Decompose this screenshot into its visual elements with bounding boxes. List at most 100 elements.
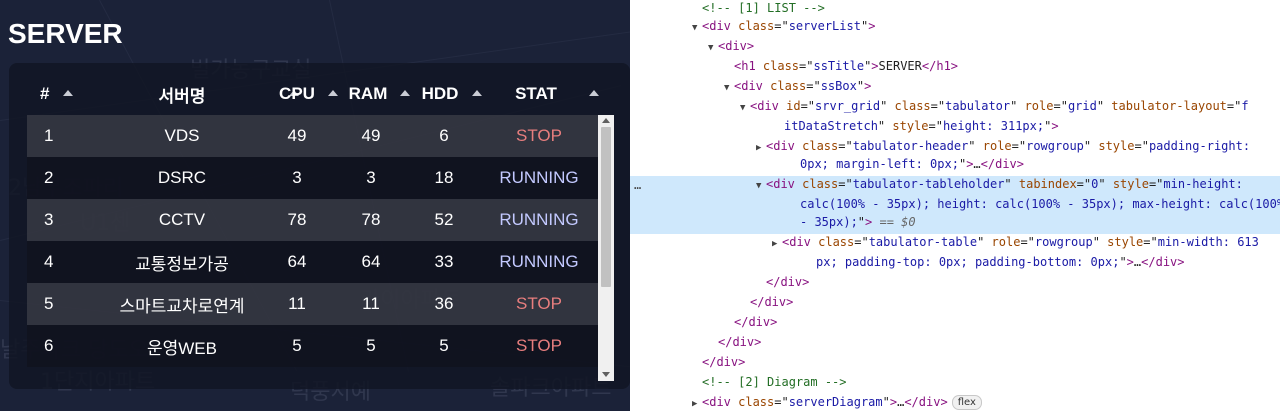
column-header-label: HDD bbox=[421, 84, 459, 103]
code-token: " bbox=[857, 215, 866, 229]
page-title: SERVER bbox=[8, 18, 123, 49]
grid-scrollbar[interactable] bbox=[598, 115, 614, 381]
code-token: > bbox=[864, 79, 872, 93]
grid-body[interactable]: 6 운영WEB 5 5 5 STOP 5 스마트교차로연계 11 11 36 STOP 4 교통정보가공 6… bbox=[27, 115, 623, 381]
cell-cpu: 11 bbox=[288, 294, 306, 313]
dom-node-line[interactable]: </div> bbox=[630, 332, 1280, 352]
code-token: 0px; margin-left: 0px; bbox=[800, 157, 959, 171]
code-token: tabulator-header bbox=[852, 139, 969, 153]
code-token: " bbox=[977, 235, 992, 249]
code-token: " bbox=[1098, 177, 1113, 191]
scroll-up-arrow-icon[interactable] bbox=[602, 118, 610, 123]
dom-node-line[interactable]: ▶ <div class="tabulator-table" role="rowg… bbox=[630, 232, 1280, 252]
code-token: SERVER bbox=[878, 59, 922, 73]
cell-ram: 64 bbox=[361, 252, 381, 271]
code-token: <div bbox=[766, 139, 803, 153]
status-badge: RUNNING bbox=[499, 210, 579, 229]
dom-node-line[interactable]: </div> bbox=[630, 352, 1280, 372]
table-row[interactable]: 2 DSRC 3 3 18 RUNNING bbox=[27, 157, 598, 199]
cell-ram: 11 bbox=[362, 294, 380, 313]
code-token: </div> bbox=[980, 157, 1025, 171]
code-token: =" bbox=[930, 99, 946, 113]
expand-triangle-icon[interactable]: ▼ bbox=[756, 176, 766, 196]
status-badge: STOP bbox=[516, 336, 562, 355]
code-token: =" bbox=[1053, 99, 1068, 113]
dom-node-line[interactable]: ▼ <div id="srvr_grid" class="tabulator" r… bbox=[630, 96, 1280, 116]
dom-node-line[interactable]: calc(100% - 35px); height: calc(100% - 3… bbox=[630, 194, 1280, 214]
code-token: <div bbox=[766, 177, 803, 191]
collapse-triangle-icon[interactable]: ▶ bbox=[692, 394, 702, 411]
expand-triangle-icon[interactable]: ▼ bbox=[692, 18, 702, 38]
code-token: =" bbox=[854, 235, 869, 249]
code-token: =" bbox=[838, 177, 853, 191]
dom-node-line[interactable]: ▼ <div> bbox=[630, 36, 1280, 56]
cell-hdd: 18 bbox=[434, 168, 454, 187]
code-token: " bbox=[882, 395, 890, 409]
cell-cpu: 64 bbox=[287, 252, 307, 271]
column-header-hdd[interactable]: HDD bbox=[404, 73, 482, 115]
code-token: =" bbox=[774, 19, 789, 33]
cell-cpu: 5 bbox=[292, 336, 302, 355]
code-token: " bbox=[1004, 177, 1019, 191]
scroll-thumb[interactable] bbox=[601, 127, 611, 287]
code-token: class bbox=[738, 395, 775, 409]
code-token: </div> bbox=[750, 295, 794, 309]
code-token: <div bbox=[750, 99, 787, 113]
scroll-down-arrow-icon[interactable] bbox=[602, 372, 610, 377]
table-row[interactable]: 1 VDS 49 49 6 STOP bbox=[27, 115, 598, 157]
code-token: tabulator-layout bbox=[1111, 99, 1227, 113]
dom-node-line[interactable]: ▶ <div class="serverDiagram">…</div> flex bbox=[630, 392, 1280, 411]
flex-badge[interactable]: flex bbox=[951, 395, 982, 410]
dom-node-line[interactable]: <h1 class="ssTitle">SERVER</h1> bbox=[630, 56, 1280, 76]
server-list-panel: 벌가농구교실2남부조파리U1센라이아파트날주파크 당도오1단지아파트덕풍서예솔파… bbox=[0, 0, 630, 411]
code-token: style bbox=[892, 119, 929, 133]
expand-triangle-icon[interactable]: ▼ bbox=[740, 98, 750, 118]
status-badge: RUNNING bbox=[499, 252, 579, 271]
code-token: tabulator-table bbox=[868, 235, 978, 249]
code-token: " bbox=[880, 99, 895, 113]
code-token: <!-- [1] LIST --> bbox=[702, 1, 825, 15]
table-row[interactable]: 4 교통정보가공 64 64 33 RUNNING bbox=[27, 241, 598, 283]
column-header-stat[interactable]: STAT bbox=[476, 73, 599, 115]
code-token: =" bbox=[928, 119, 943, 133]
code-token: role bbox=[991, 235, 1021, 249]
code-token: class bbox=[762, 59, 800, 73]
column-header-no[interactable]: # bbox=[27, 73, 73, 115]
code-token: class bbox=[818, 235, 855, 249]
code-token: =" bbox=[1148, 177, 1164, 191]
dom-node-line[interactable]: ▼ <div class="serverList"> bbox=[630, 16, 1280, 36]
code-token: style bbox=[1098, 139, 1135, 153]
code-token: px; padding-top: 0px; padding-bottom: 0p… bbox=[816, 255, 1120, 269]
code-token: </div> bbox=[702, 355, 746, 369]
collapse-triangle-icon[interactable]: ▶ bbox=[772, 234, 782, 254]
expand-triangle-icon[interactable]: ▼ bbox=[708, 38, 718, 58]
dom-node-line[interactable]: </div> bbox=[630, 292, 1280, 312]
dom-node-line[interactable]: <!-- [2] Diagram --> bbox=[630, 372, 1280, 392]
expand-triangle-icon[interactable]: ▼ bbox=[724, 78, 734, 98]
dom-node-line[interactable]: </div> bbox=[630, 272, 1280, 292]
code-token: > bbox=[868, 19, 876, 33]
code-token: role bbox=[982, 139, 1012, 153]
table-row[interactable]: 3 CCTV 78 78 52 RUNNING bbox=[27, 199, 598, 241]
sort-arrow-icon[interactable] bbox=[589, 90, 599, 96]
server-grid: # 서버명 CPU RAM HDD STAT 6 운영WEB 5 5 5 STOP 5 스마트교차로연계… bbox=[27, 73, 623, 381]
column-header-label: STAT bbox=[515, 84, 557, 103]
code-token: <!-- [2] Diagram --> bbox=[702, 375, 847, 389]
column-header-ram[interactable]: RAM bbox=[332, 73, 410, 115]
dom-node-line[interactable]: 0px; margin-left: 0px;">…</div> bbox=[630, 154, 1280, 174]
dom-node-line[interactable]: </div> bbox=[630, 312, 1280, 332]
dom-node-line[interactable]: - 35px);"> == $0 bbox=[630, 212, 1280, 232]
dom-node-line[interactable]: itDataStretch" style="height: 311px;"> bbox=[630, 116, 1280, 136]
dom-node-line[interactable]: px; padding-top: 0px; padding-bottom: 0p… bbox=[630, 252, 1280, 272]
dom-node-line[interactable]: ▶ <div class="tabulator-header" role="row… bbox=[630, 136, 1280, 156]
code-token: <div bbox=[734, 79, 771, 93]
code-token: =" bbox=[774, 395, 789, 409]
column-header-cpu[interactable]: CPU bbox=[262, 73, 338, 115]
code-token: =" bbox=[806, 79, 821, 93]
code-token: =" bbox=[799, 59, 814, 73]
dom-node-line[interactable]: ▼ <div class="ssBox"> bbox=[630, 76, 1280, 96]
dom-node-line[interactable]: ▼ <div class="tabulator-tableholder" tabi… bbox=[630, 174, 1280, 194]
table-row[interactable]: 6 운영WEB 5 5 5 STOP bbox=[27, 325, 598, 367]
code-token: =" bbox=[1020, 235, 1035, 249]
table-row[interactable]: 5 스마트교차로연계 11 11 36 STOP bbox=[27, 283, 598, 325]
